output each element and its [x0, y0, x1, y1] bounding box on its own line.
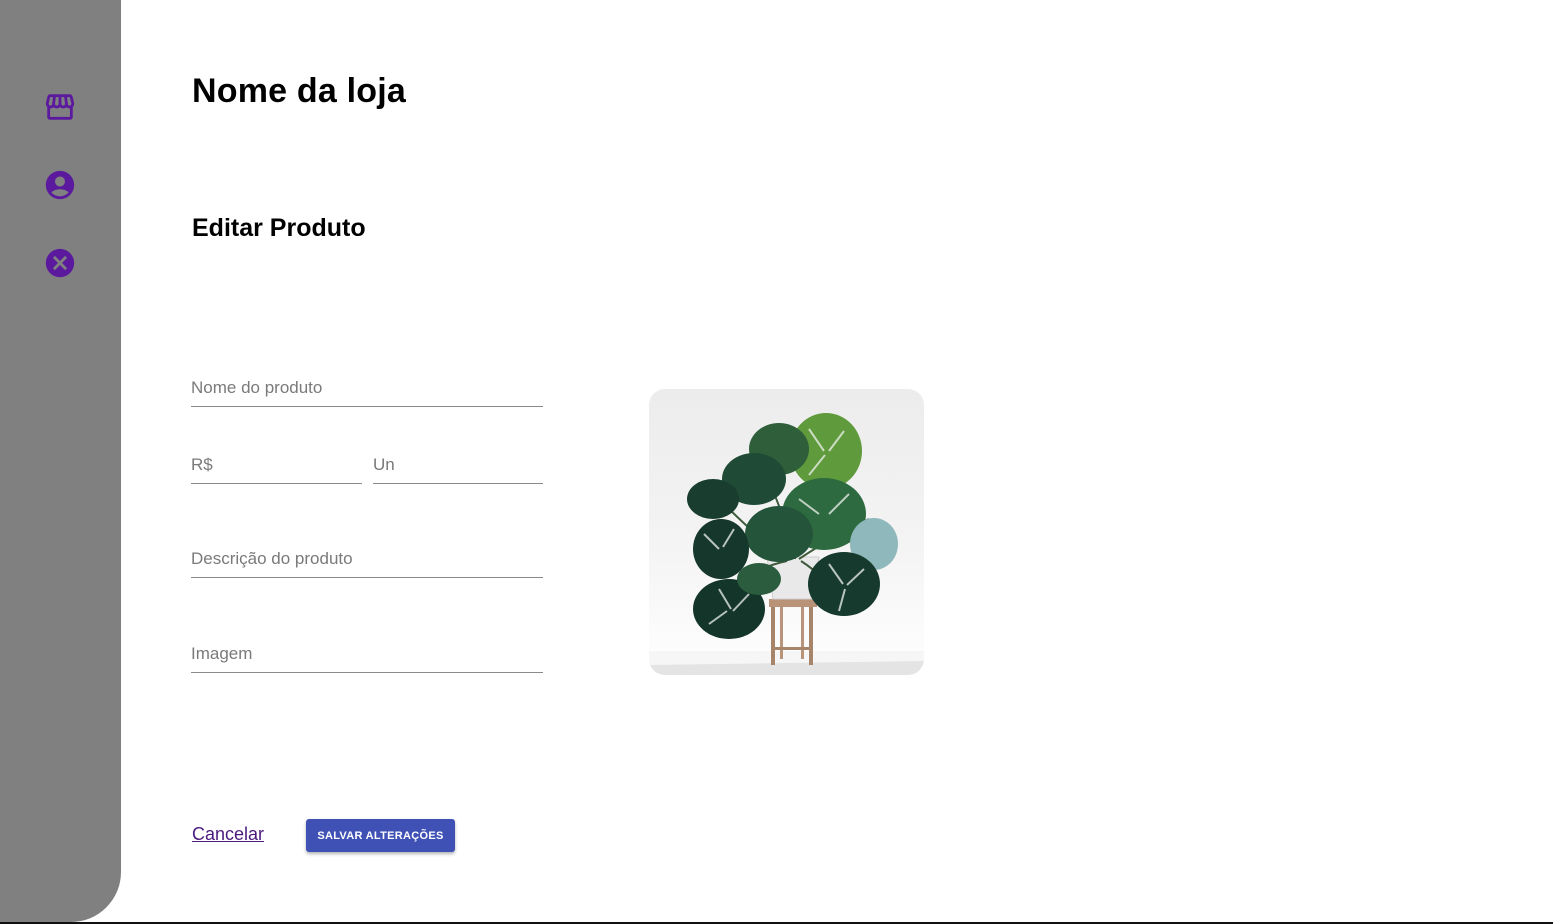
page-title: Nome da loja [192, 72, 407, 110]
form-title: Editar Produto [192, 214, 366, 242]
price-field[interactable] [191, 452, 362, 484]
description-field[interactable] [191, 546, 543, 578]
save-changes-button[interactable]: SALVAR ALTERAÇÕES [306, 819, 455, 852]
account-circle-icon-svg [45, 170, 75, 200]
store-icon-svg [45, 94, 75, 120]
cancel-circle-icon-svg [45, 248, 75, 278]
product-name-field[interactable] [191, 375, 543, 407]
cancel-circle-icon[interactable] [43, 246, 77, 280]
image-url-field[interactable] [191, 641, 543, 673]
store-icon[interactable] [43, 90, 77, 124]
unit-field[interactable] [373, 452, 543, 484]
product-image-preview [649, 389, 924, 675]
account-circle-icon[interactable] [43, 168, 77, 202]
cancel-link[interactable]: Cancelar [192, 824, 264, 845]
sidebar [0, 0, 121, 922]
plant-image [649, 413, 924, 675]
